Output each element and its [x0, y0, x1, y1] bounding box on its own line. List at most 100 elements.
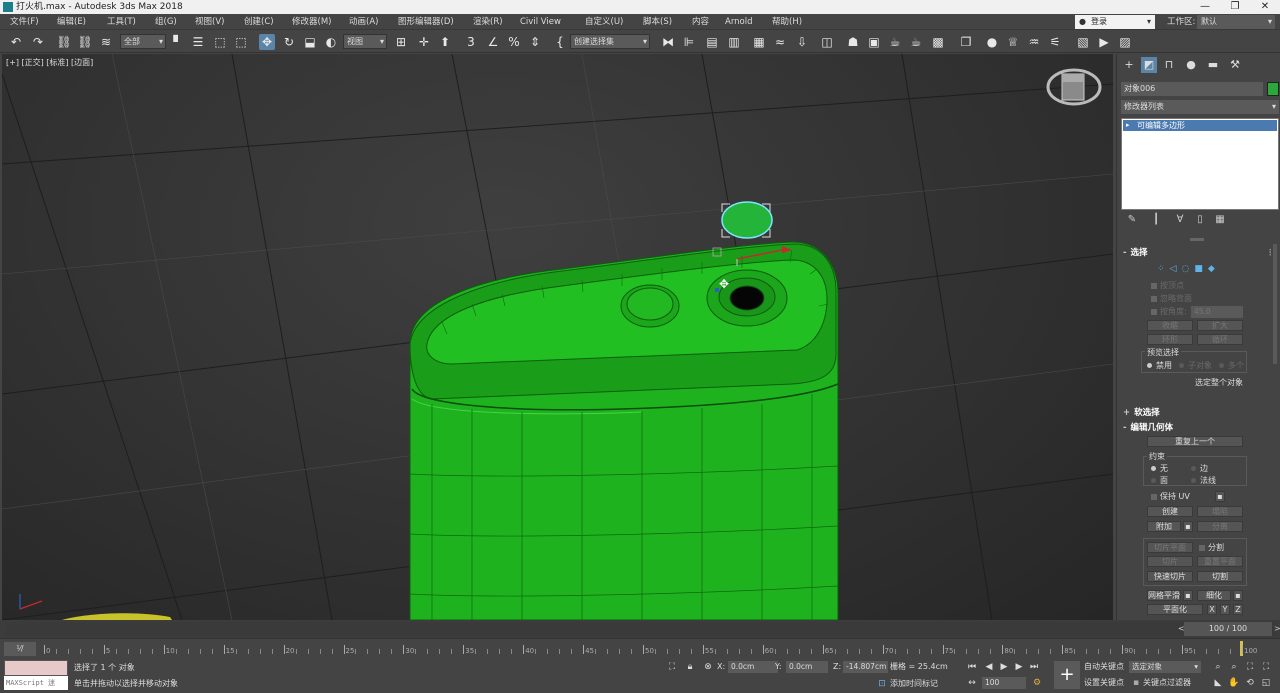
minimize-button[interactable]: —	[1190, 0, 1220, 14]
element-icon[interactable]: ◆	[1208, 264, 1215, 274]
make-planar-x-button[interactable]: X	[1207, 604, 1217, 615]
edit-geometry-rollout-header[interactable]: - 编辑几何体	[1123, 422, 1173, 434]
menu-item[interactable]: 视图(V)	[195, 14, 224, 30]
constraint-none-radio[interactable]: 无	[1151, 463, 1168, 474]
by-angle-checkbox[interactable]: 按角度:	[1151, 306, 1187, 317]
maxscript-input[interactable]: MAXScript 迷	[4, 676, 68, 690]
constraint-normal-radio[interactable]: 法线	[1191, 475, 1216, 486]
close-button[interactable]: ✕	[1250, 0, 1280, 14]
constraint-face-radio[interactable]: 面	[1151, 475, 1168, 486]
rect-selection-region-icon[interactable]: ⬚	[212, 34, 228, 50]
curve-editor-icon[interactable]: ≈	[772, 34, 788, 50]
panel-scrollbar[interactable]	[1273, 244, 1277, 364]
menu-item[interactable]: 帮助(H)	[772, 14, 802, 30]
render-production-icon[interactable]: ☕	[887, 34, 903, 50]
ring-button[interactable]: 环形	[1147, 334, 1193, 345]
reference-coord-dropdown[interactable]: 视图 ▾	[343, 34, 387, 49]
utilities-tab-icon[interactable]: ⚒	[1227, 57, 1243, 73]
menu-item[interactable]: Arnold	[725, 14, 753, 30]
previous-key-icon[interactable]: ◀	[983, 661, 995, 673]
attach-button[interactable]: 附加	[1147, 521, 1181, 532]
constraint-edge-radio[interactable]: 边	[1191, 463, 1208, 474]
perspective-viewport[interactable]: ✥ [+] [正交] [标准] [边面]	[2, 54, 1113, 620]
quickslice-button[interactable]: 快速切片	[1147, 571, 1193, 582]
next-frame-arrow[interactable]: >	[1274, 622, 1280, 636]
key-filter-selection-dropdown[interactable]: 选定对象 ▾	[1129, 661, 1201, 673]
bind-spacewarp-icon[interactable]: ≋	[98, 34, 114, 50]
grow-button[interactable]: 扩大	[1197, 320, 1243, 331]
panel-resize-handle[interactable]	[1190, 238, 1204, 241]
isolate-selection-icon[interactable]: ⛶	[666, 661, 678, 673]
set-key-mode-button[interactable]: 设置关键点	[1084, 677, 1124, 689]
yellow-object[interactable]	[62, 613, 172, 620]
layer-explorer-icon[interactable]: ▥	[726, 34, 742, 50]
select-manipulate-icon[interactable]: ✛	[416, 34, 432, 50]
selection-filter-dropdown[interactable]: 全部 ▾	[120, 34, 166, 49]
collapse-button[interactable]: 塌陷	[1197, 506, 1243, 517]
snaps-toggle-icon[interactable]: 3	[463, 34, 479, 50]
auto-key-button[interactable]: 自动关键点	[1084, 661, 1124, 673]
toggle-scene-explorer-icon[interactable]: ❐	[958, 34, 974, 50]
shrink-button[interactable]: 收缩	[1147, 320, 1193, 331]
expand-triangle-icon[interactable]: ▸	[1126, 120, 1130, 131]
spinner-snap-icon[interactable]: ⇕	[527, 34, 543, 50]
ribbon-icon[interactable]: ▦	[751, 34, 767, 50]
create-tab-icon[interactable]: +	[1121, 57, 1137, 73]
rendered-frame-icon[interactable]: ▣	[866, 34, 882, 50]
key-mode-icon[interactable]: ↔	[966, 677, 978, 689]
pin-stack-icon[interactable]: ✎	[1125, 214, 1139, 225]
object-color-swatch[interactable]	[1267, 82, 1279, 96]
y-coordinate-field[interactable]: 0.0cm	[786, 661, 828, 673]
attach-settings-button[interactable]: ▪	[1183, 521, 1193, 532]
undo-icon[interactable]: ↶	[8, 34, 24, 50]
time-slider[interactable]: < 100 / 100 >	[6, 622, 1280, 636]
show-end-result-icon[interactable]: ┃	[1149, 214, 1163, 225]
msmooth-button[interactable]: 网格平滑	[1147, 590, 1181, 601]
ignore-backfacing-checkbox[interactable]: 忽略背面	[1151, 293, 1192, 304]
preview-disabled-radio[interactable]: 禁用	[1147, 360, 1172, 371]
soft-selection-rollout-header[interactable]: + 软选择	[1123, 407, 1160, 419]
polygon-icon[interactable]: ■	[1194, 264, 1203, 274]
edge-icon[interactable]: ◁	[1170, 264, 1177, 274]
selection-rollout-header[interactable]: - 选择 ⋮	[1123, 247, 1275, 259]
window-crossing-icon[interactable]: ⬚	[233, 34, 249, 50]
slice-plane-button[interactable]: 切片平面	[1147, 542, 1193, 553]
menu-item[interactable]: Civil View	[520, 14, 561, 30]
menu-item[interactable]: 自定义(U)	[585, 14, 623, 30]
object-name-field[interactable]: 对象006	[1121, 82, 1263, 96]
preview-subobject-radio[interactable]: 子对象	[1179, 360, 1212, 371]
set-key-button[interactable]: +	[1054, 661, 1080, 689]
menu-item[interactable]: 创建(C)	[244, 14, 274, 30]
render-cloud-icon[interactable]: ▩	[930, 34, 946, 50]
select-and-scale-icon[interactable]: ⬓	[302, 34, 318, 50]
cut-button[interactable]: 切割	[1197, 571, 1243, 582]
time-tag-icon[interactable]: ⊡	[876, 678, 888, 690]
absolute-mode-icon[interactable]: ⊗	[702, 661, 714, 673]
msmooth-settings-button[interactable]: ▪	[1183, 590, 1193, 601]
reset-plane-button[interactable]: 重置平面	[1197, 556, 1243, 567]
pan-view-icon[interactable]: ✋	[1228, 677, 1240, 689]
menu-item[interactable]: 渲染(R)	[473, 14, 503, 30]
tessellate-settings-button[interactable]: ▪	[1233, 590, 1243, 601]
time-slider-frame[interactable]: 100 / 100	[1184, 622, 1272, 636]
select-by-name-icon[interactable]: ☰	[190, 34, 206, 50]
vertex-icon[interactable]: ⁘	[1157, 264, 1165, 274]
preserve-uvs-checkbox[interactable]: 保持 UV	[1151, 491, 1190, 502]
menu-item[interactable]: 工具(T)	[107, 14, 136, 30]
z-coordinate-field[interactable]: -14.807cm	[843, 661, 888, 673]
menu-item[interactable]: 修改器(M)	[292, 14, 331, 30]
zoom-all-icon[interactable]: ⌕	[1228, 661, 1240, 673]
redo-icon[interactable]: ↷	[30, 34, 46, 50]
menu-item[interactable]: 动画(A)	[349, 14, 378, 30]
modify-tab-icon[interactable]: ◩	[1141, 57, 1157, 73]
arnold-render-icon[interactable]: ▧	[1075, 34, 1091, 50]
percent-snap-icon[interactable]: %	[506, 34, 522, 50]
hierarchy-tab-icon[interactable]: ⊓	[1161, 57, 1177, 73]
add-time-tag-button[interactable]: 添加时间标记	[890, 678, 938, 690]
track-bar-toggle[interactable]: ⅟/	[4, 642, 36, 656]
go-to-start-icon[interactable]: ⏮	[966, 661, 978, 673]
current-frame-field[interactable]: 100	[982, 677, 1026, 689]
link-icon[interactable]: ⛓	[56, 34, 72, 50]
menu-item[interactable]: 编辑(E)	[57, 14, 86, 30]
key-filters-button[interactable]: 关键点过滤器	[1143, 677, 1191, 689]
